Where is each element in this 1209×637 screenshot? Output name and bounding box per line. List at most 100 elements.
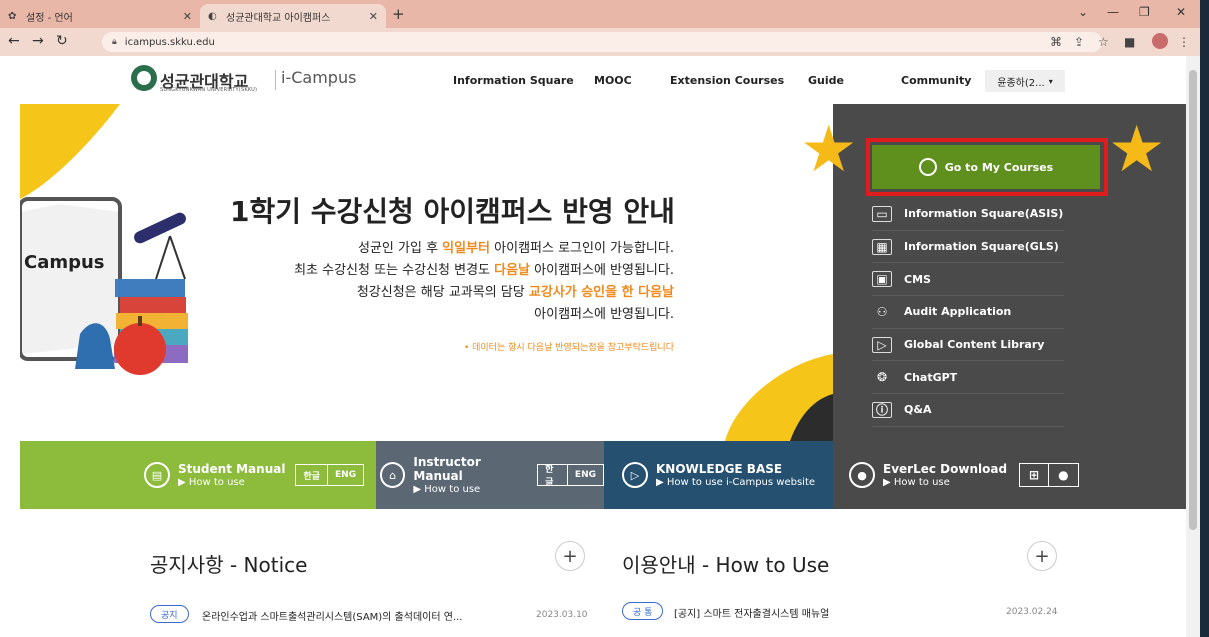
nav-information-square[interactable]: Information Square (453, 74, 574, 87)
go-to-my-courses-button[interactable]: Go to My Courses (872, 145, 1100, 189)
menu-global-content-library[interactable]: ▷ Global Content Library (872, 329, 1064, 362)
address-bar-row: ← → ↻ 🔒︎ icampus.skku.edu ⌘ ⇪ ☆ ■ ⋮ (0, 28, 1209, 56)
window-edge (1200, 0, 1209, 637)
browser-menu-icon[interactable]: ⋮ (1178, 35, 1190, 49)
tab-label: 설정 - 언어 (26, 12, 73, 24)
menu-label: Audit Application (904, 305, 1012, 319)
logo-icampus[interactable]: i-Campus (281, 68, 356, 87)
go-to-my-courses-label: Go to My Courses (944, 160, 1054, 174)
student-manual-how-to-link[interactable]: ▶ How to use (178, 477, 285, 488)
notice-item-title[interactable]: 온라인수업과 스마트출석관리시스템(SAM)의 출석데이터 연... (202, 608, 462, 623)
instructor-manual-title: Instructor Manual (413, 455, 481, 483)
nav-mooc[interactable]: MOOC (594, 74, 632, 87)
everlec-download-card[interactable]: ● EverLec Download ▶ How to use ⊞ ● (833, 441, 1186, 509)
knowledge-base-how-to-link[interactable]: ▶ How to use i-Campus website (656, 477, 815, 488)
student-manual-language: 한글 ENG (295, 464, 365, 486)
bookmark-star-icon[interactable]: ☆ (1098, 35, 1109, 49)
howto-badge: 공 통 (622, 602, 664, 620)
logo-english: SUNGKYUNKWAN UNIVERSITY(SKKU) (160, 87, 258, 93)
gear-icon: ✿ (8, 10, 17, 22)
video-screen-icon: ▷ (622, 462, 648, 488)
star-icon: ★ (1108, 113, 1166, 187)
forward-button[interactable]: → (32, 33, 44, 49)
menu-label: Information Square(GLS) (904, 240, 1059, 254)
notice-section-title: 공지사항 - Notice (150, 553, 308, 577)
url-text: icampus.skku.edu (124, 36, 215, 48)
everlec-how-to-link[interactable]: ▶ How to use (883, 477, 1007, 488)
chat-bot-icon: ❂ (876, 370, 888, 385)
document-icon: ▤ (144, 462, 170, 488)
instructor-manual-text: Instructor Manual ▶ How to use (413, 455, 531, 495)
monitor-icon: ▭ (872, 205, 892, 222)
menu-information-square-asis[interactable]: ▭ Information Square(ASIS) (872, 198, 1064, 231)
instructor-manual-english-button[interactable]: ENG (566, 465, 603, 485)
everlec-title: EverLec Download (883, 462, 1008, 476)
student-manual-english-button[interactable]: ENG (327, 465, 363, 485)
instructor-manual-how-to-link[interactable]: ▶ How to use (413, 484, 531, 495)
user-name: 윤종하(2... (997, 77, 1045, 89)
skku-icon: ◐ (208, 10, 217, 22)
tab-settings-language[interactable]: ✿ 설정 - 언어 ✕ (0, 4, 200, 28)
apple-icon[interactable]: ● (1048, 464, 1077, 486)
video-screen-icon: ▷ (872, 336, 892, 353)
user-menu-dropdown[interactable]: 윤종하(2... ▾ (985, 70, 1065, 92)
scrollbar-thumb[interactable] (1189, 70, 1197, 530)
menu-qna[interactable]: ⓘ Q&A (872, 394, 1064, 427)
translate-icon[interactable]: ⌘ (1050, 35, 1062, 49)
nav-community[interactable]: Community (901, 74, 971, 87)
menu-label: ChatGPT (904, 370, 958, 384)
restore-button[interactable]: ❐ (1139, 5, 1150, 19)
info-board-icon: ⓘ (872, 401, 892, 418)
sidepanel-icon[interactable]: ■ (1124, 35, 1135, 49)
student-manual-card[interactable]: ▤ Student Manual ▶ How to use 한글 ENG (20, 441, 376, 509)
hero-line-4: 아이캠퍼스에 반영됩니다. (534, 307, 674, 322)
howto-item-date: 2023.02.24 (1006, 607, 1058, 617)
graduation-cap-icon: ⌂ (380, 462, 406, 488)
student-manual-korean-button[interactable]: 한글 (296, 465, 327, 485)
skku-logo-icon (918, 158, 937, 176)
chevron-down-icon[interactable]: ⌄ (1078, 5, 1088, 19)
menu-label: Q&A (904, 403, 932, 417)
close-icon[interactable]: ✕ (369, 10, 378, 23)
menu-cms[interactable]: ▣ CMS (872, 263, 1064, 297)
url-field[interactable]: 🔒︎ icampus.skku.edu (102, 32, 1102, 52)
windows-icon[interactable]: ⊞ (1020, 464, 1048, 486)
student-manual-text: Student Manual ▶ How to use (178, 462, 285, 488)
instructor-manual-korean-button[interactable]: 한글 (538, 465, 567, 488)
hero-banner[interactable]: Campus 1학기 수강신청 아이캠퍼스 반영 안내 성균인 가입 후 익일부… (20, 104, 833, 441)
notice-more-button[interactable]: + (555, 541, 585, 571)
nav-extension-courses[interactable]: Extension Courses (670, 74, 784, 87)
logo-divider (275, 70, 276, 90)
profile-avatar[interactable] (1152, 33, 1168, 49)
browser-tab-bar: ✿ 설정 - 언어 ✕ ◐ 성균관대학교 아이캠퍼스 ✕ + ⌄ — ❐ ✕ (0, 0, 1209, 28)
menu-label: Information Square(ASIS) (904, 207, 1064, 221)
minimize-button[interactable]: — (1107, 5, 1119, 19)
menu-chatgpt[interactable]: ❂ ChatGPT (872, 361, 1064, 395)
share-icon[interactable]: ⇪ (1074, 35, 1084, 49)
tab-label: 성균관대학교 아이캠퍼스 (226, 12, 331, 24)
back-button[interactable]: ← (8, 33, 20, 49)
tab-icampus[interactable]: ◐ 성균관대학교 아이캠퍼스 ✕ (200, 4, 386, 28)
grid-monitor-icon: ▦ (872, 238, 892, 255)
menu-label: Global Content Library (904, 338, 1045, 352)
hero-line-2: 최초 수강신청 또는 수강신청 변경도 다음날 아이캠퍼스에 반영됩니다. (294, 263, 674, 278)
people-icon: ⚇ (876, 304, 888, 319)
knowledge-base-card[interactable]: ▷ KNOWLEDGE BASE ▶ How to use i-Campus w… (604, 441, 833, 509)
close-icon[interactable]: ✕ (183, 10, 192, 23)
everlec-text: EverLec Download ▶ How to use (883, 462, 1007, 488)
notice-badge: 공지 (150, 605, 189, 623)
student-manual-title: Student Manual (178, 462, 286, 476)
skku-logo-icon[interactable] (131, 65, 157, 91)
menu-information-square-gls[interactable]: ▦ Information Square(GLS) (872, 231, 1064, 264)
page-scrollbar[interactable] (1186, 56, 1200, 637)
reload-button[interactable]: ↻ (56, 33, 68, 49)
nav-guide[interactable]: Guide (808, 74, 844, 87)
campus-screen-text: Campus (24, 252, 105, 273)
menu-audit-application[interactable]: ⚇ Audit Application (872, 296, 1064, 329)
window-close-button[interactable]: ✕ (1176, 5, 1186, 19)
new-tab-button[interactable]: + (392, 5, 405, 23)
howto-more-button[interactable]: + (1027, 541, 1057, 571)
howto-item-title[interactable]: [공지] 스마트 전자출결시스템 매뉴얼 (674, 605, 829, 620)
hero-note: • 데이터는 항시 다음날 반영되는점을 참고부탁드립니다 (463, 343, 674, 353)
instructor-manual-card[interactable]: ⌂ Instructor Manual ▶ How to use 한글 ENG (376, 441, 604, 509)
